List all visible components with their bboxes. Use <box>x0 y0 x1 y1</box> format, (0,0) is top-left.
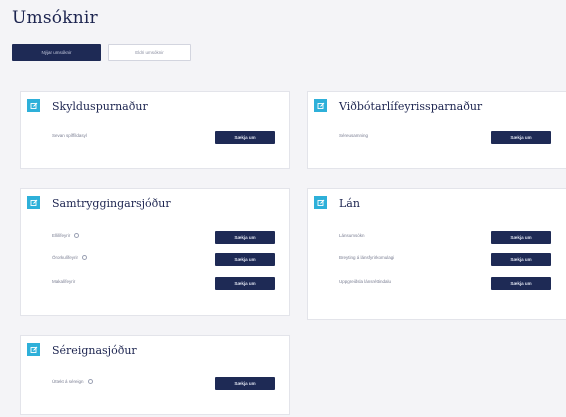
card-icon <box>27 343 40 356</box>
tab-old-applications[interactable]: Eldri umsóknir <box>108 44 191 61</box>
info-icon[interactable] <box>74 233 80 238</box>
application-row: Örorkulífeyrir Sækja um <box>52 253 275 266</box>
row-label: Sevan spíffildasyl <box>52 133 87 138</box>
application-row: Makalífeyrir Sækja um <box>52 277 275 290</box>
card-vidbotarlifeyrissparnadur: Viðbótarlífeyrissparnaður Séreusamning S… <box>307 91 566 169</box>
row-label: Breyting á lánsfyrirkomulagi <box>339 255 394 260</box>
application-row: Séreusamning Sækja um <box>339 131 551 144</box>
app-canvas: Umsóknir Nýjar umsóknir Eldri umsóknir S… <box>0 0 566 417</box>
tab-bar: Nýjar umsóknir Eldri umsóknir <box>12 44 191 61</box>
application-row: Uppgreiðsla lánsréttindalu Sækja um <box>339 277 551 290</box>
card-title: Séreignasjóður <box>52 344 137 357</box>
card-icon <box>27 196 40 209</box>
row-label-text: Úttekt á séreign <box>52 379 84 384</box>
apply-button[interactable]: Sækja um <box>491 253 551 266</box>
tab-new-applications[interactable]: Nýjar umsóknir <box>12 44 101 61</box>
application-row: Breyting á lánsfyrirkomulagi Sækja um <box>339 253 551 266</box>
card-title: Samtryggingarsjóður <box>52 197 171 210</box>
card-title: Skylduspurnaður <box>52 100 148 113</box>
row-label-text: Séreusamning <box>339 133 369 138</box>
row-label-text: Uppgreiðsla lánsréttindalu <box>339 279 392 284</box>
apply-button[interactable]: Sækja um <box>215 277 275 290</box>
row-label-text: Breyting á lánsfyrirkomulagi <box>339 255 395 260</box>
apply-button[interactable]: Sækja um <box>215 253 275 266</box>
row-label: Örorkulífeyrir <box>52 255 88 260</box>
card-lan: Lán Lánsumsókn Sækja um Breyting á lánsf… <box>307 188 566 320</box>
edit-icon <box>30 346 37 353</box>
apply-button[interactable]: Sækja um <box>491 277 551 290</box>
application-row: Ellilífeyrir Sækja um <box>52 231 275 244</box>
apply-button[interactable]: Sækja um <box>215 231 275 244</box>
apply-button[interactable]: Sækja um <box>215 377 275 390</box>
card-icon <box>314 99 327 112</box>
info-icon[interactable] <box>87 379 93 384</box>
row-label: Uppgreiðsla lánsréttindalu <box>339 279 391 284</box>
application-row: Sevan spíffildasyl Sækja um <box>52 131 275 144</box>
row-label-text: Lánsumsókn <box>339 233 365 238</box>
row-label-text: Sevan spíffildasyl <box>52 133 87 138</box>
row-label: Ellilífeyrir <box>52 233 80 238</box>
row-label: Lánsumsókn <box>339 233 365 238</box>
edit-icon <box>317 102 324 109</box>
edit-icon <box>30 199 37 206</box>
edit-icon <box>30 102 37 109</box>
apply-button[interactable]: Sækja um <box>215 131 275 144</box>
row-label: Úttekt á séreign <box>52 379 93 384</box>
card-icon <box>27 99 40 112</box>
row-label: Séreusamning <box>339 133 368 138</box>
application-row: Lánsumsókn Sækja um <box>339 231 551 244</box>
card-samtryggingarsjodur: Samtryggingarsjóður Ellilífeyrir Sækja u… <box>20 188 290 316</box>
page-title: Umsóknir <box>12 8 98 28</box>
card-title: Lán <box>339 197 360 210</box>
edit-icon <box>317 199 324 206</box>
card-skylduspurnadur: Skylduspurnaður Sevan spíffildasyl Sækja… <box>20 91 290 169</box>
apply-button[interactable]: Sækja um <box>491 131 551 144</box>
row-label-text: Ellilífeyrir <box>52 233 71 238</box>
application-row: Úttekt á séreign Sækja um <box>52 377 275 390</box>
card-icon <box>314 196 327 209</box>
row-label: Makalífeyrir <box>52 279 75 284</box>
info-icon[interactable] <box>82 255 88 260</box>
card-sereignasjodur: Séreignasjóður Úttekt á séreign Sækja um <box>20 335 290 415</box>
card-title: Viðbótarlífeyrissparnaður <box>339 100 483 113</box>
row-label-text: Makalífeyrir <box>52 279 76 284</box>
apply-button[interactable]: Sækja um <box>491 231 551 244</box>
row-label-text: Örorkulífeyrir <box>52 255 79 260</box>
